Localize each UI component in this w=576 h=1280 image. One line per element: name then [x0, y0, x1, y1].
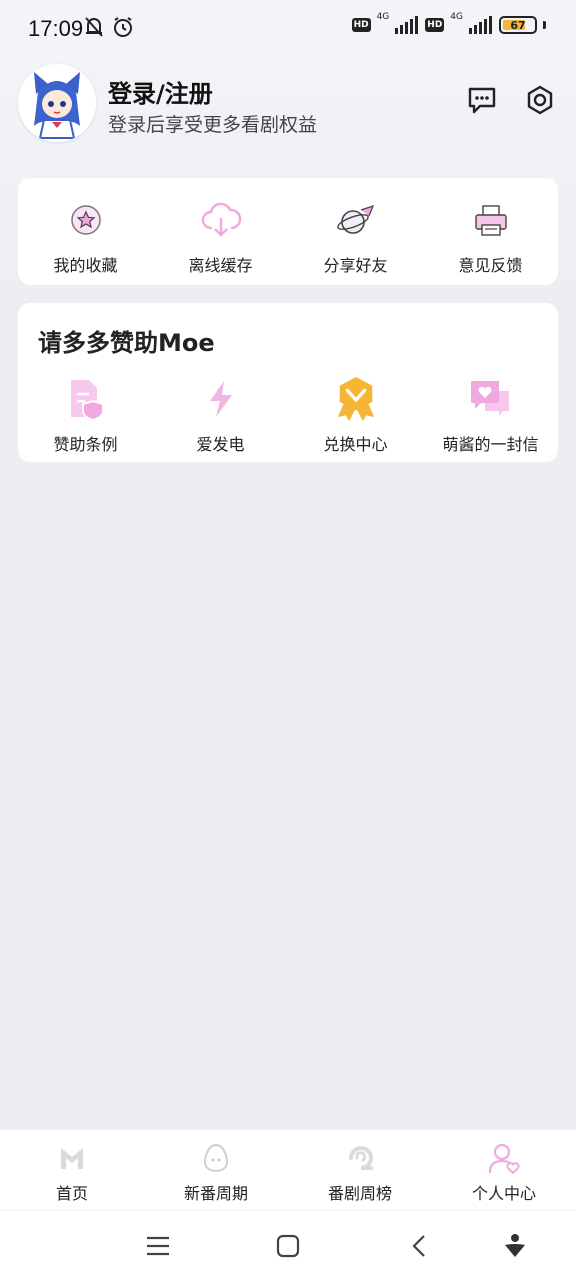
assistant-icon — [505, 1234, 525, 1257]
user-heart-icon — [488, 1142, 520, 1174]
nav-profile-label: 个人中心 — [471, 1184, 536, 1203]
battery-tip — [543, 21, 546, 29]
nav-new-season[interactable]: 新番周期 — [144, 1130, 288, 1210]
hd-badge-1: HD — [351, 18, 371, 32]
letter-label: 萌酱的一封信 — [442, 435, 539, 454]
offline-cache-button[interactable]: 离线缓存 — [153, 198, 288, 276]
nav-weekly-rank[interactable]: 番剧周榜 — [288, 1130, 432, 1210]
network-label-1: 4G — [376, 12, 390, 22]
signal-icon-2 — [469, 16, 492, 34]
feedback-button[interactable]: 意见反馈 — [423, 198, 558, 276]
profile-header: 登录/注册 登录后享受更多看剧权益 — [18, 64, 558, 144]
nav-weekly-rank-label: 番剧周榜 — [327, 1184, 392, 1203]
feedback-printer-icon — [469, 198, 513, 242]
system-menu-button[interactable] — [143, 1231, 173, 1261]
sponsor-grid: 赞助条例 爱发电 兑换中心 萌酱的一封信 — [18, 377, 558, 455]
signal-icon-1 — [395, 16, 419, 34]
sponsor-title: 请多多赞助Moe — [38, 329, 215, 357]
sponsor-terms-label: 赞助条例 — [53, 435, 118, 454]
quick-actions-card: 我的收藏 离线缓存 分享好友 意见反馈 — [18, 178, 558, 285]
nav-home-label: 首页 — [55, 1184, 88, 1203]
alarm-icon — [114, 17, 132, 37]
settings-button[interactable] — [522, 82, 558, 118]
system-home-button[interactable] — [273, 1231, 303, 1261]
hd-badge-2: HD — [425, 18, 445, 32]
battery-icon: 67 — [499, 16, 537, 34]
header-icons — [464, 82, 558, 118]
sponsor-terms-button[interactable]: 赞助条例 — [18, 377, 153, 455]
redeem-center-label: 兑换中心 — [323, 435, 388, 454]
offline-cache-label: 离线缓存 — [188, 256, 253, 275]
message-button[interactable] — [464, 82, 500, 118]
nav-home[interactable]: 首页 — [0, 1130, 144, 1210]
lightning-icon — [199, 377, 243, 421]
nav-new-season-label: 新番周期 — [183, 1184, 248, 1203]
status-time: 17:09 — [28, 16, 84, 41]
quick-actions-grid: 我的收藏 离线缓存 分享好友 意见反馈 — [18, 198, 558, 276]
status-left-icons — [84, 16, 134, 38]
home-m-icon — [56, 1142, 88, 1174]
sponsor-card: 请多多赞助Moe 赞助条例 爱发电 兑换中心 萌酱的一封信 — [18, 303, 558, 462]
chat-heart-icon — [469, 377, 513, 421]
feedback-label: 意见反馈 — [458, 256, 523, 275]
avatar-catgirl-icon — [18, 64, 96, 142]
profile-subtitle: 登录后享受更多看剧权益 — [108, 114, 318, 136]
share-friends-button[interactable]: 分享好友 — [288, 198, 423, 276]
document-shield-icon — [64, 377, 108, 421]
hamburger-icon — [147, 1236, 169, 1256]
system-nav-bar — [0, 1210, 576, 1280]
redeem-center-button[interactable]: 兑换中心 — [288, 377, 423, 455]
square-home-icon — [276, 1234, 300, 1258]
system-back-button[interactable] — [404, 1231, 434, 1261]
muted-bell-icon — [85, 17, 103, 37]
network-label-2: 4G — [450, 12, 463, 22]
medal-badge-icon — [334, 377, 378, 421]
egg-icon — [200, 1142, 232, 1174]
favorites-label: 我的收藏 — [53, 256, 118, 275]
afdian-label: 爱发电 — [196, 435, 245, 454]
favorites-button[interactable]: 我的收藏 — [18, 198, 153, 276]
gear-icon — [527, 85, 553, 115]
status-right: HD 4G HD 4G 67 — [351, 12, 546, 34]
letter-button[interactable]: 萌酱的一封信 — [423, 377, 558, 455]
battery-level: 67 — [510, 18, 526, 32]
favorites-star-icon — [64, 198, 108, 242]
system-assistant-button[interactable] — [500, 1231, 530, 1261]
nav-profile[interactable]: 个人中心 — [432, 1130, 576, 1210]
login-register-link[interactable]: 登录/注册 — [108, 74, 213, 109]
share-friends-label: 分享好友 — [323, 256, 388, 275]
chat-bubble-icon — [468, 87, 496, 114]
status-bar: 17:09 HD 4G HD 4G 67 — [0, 0, 576, 60]
avatar[interactable] — [18, 64, 96, 142]
e-swirl-icon — [344, 1142, 376, 1174]
screen: 17:09 HD 4G HD 4G 67 登录/注册 登录后享受更多看剧权益 我… — [0, 0, 576, 1280]
afdian-button[interactable]: 爱发电 — [153, 377, 288, 455]
share-planet-icon — [334, 198, 378, 242]
cloud-download-icon — [199, 198, 243, 242]
back-chevron-icon — [412, 1235, 425, 1257]
bottom-nav: 首页 新番周期 番剧周榜 个人中心 — [0, 1130, 576, 1210]
